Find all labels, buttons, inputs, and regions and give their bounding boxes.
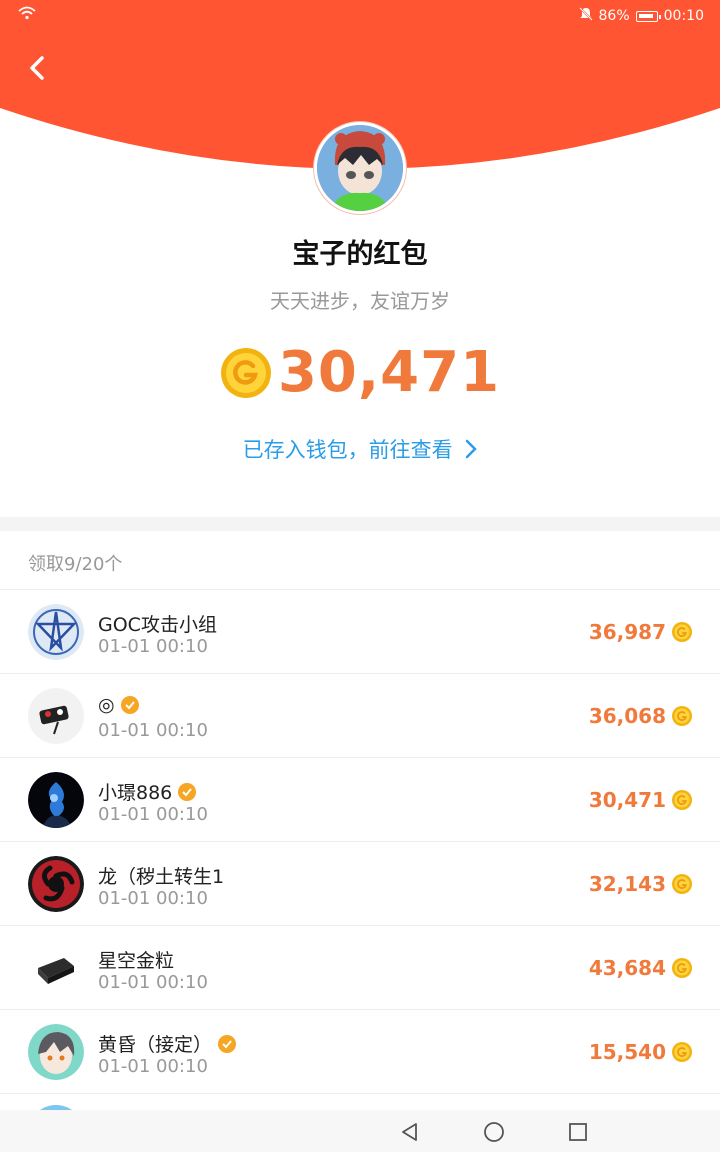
system-nav-bar: [0, 1110, 720, 1152]
list-item[interactable]: ◎ 01-01 00:10 36,068: [0, 674, 720, 758]
claimer-name: 黄昏（接定）: [98, 1030, 237, 1057]
claimer-name: 星空金粒: [98, 950, 175, 972]
avatar[interactable]: [28, 856, 84, 912]
claimer-name: GOC攻击小组: [98, 614, 217, 636]
avatar[interactable]: [28, 604, 84, 660]
claim-amount: 36,068: [588, 704, 666, 728]
amount-value: 30,471: [277, 340, 501, 405]
claimer-name: 龙（秽土转生1: [98, 866, 225, 888]
claim-time: 01-01 00:10: [98, 720, 208, 741]
list-item[interactable]: 龙（秽土转生1 01-01 00:10 32,143: [0, 842, 720, 926]
nav-recents-icon[interactable]: [566, 1120, 590, 1144]
battery-icon: [635, 10, 661, 22]
chevron-right-icon: [466, 439, 478, 459]
claim-time: 01-01 00:10: [98, 1056, 208, 1077]
nav-back-icon[interactable]: [398, 1120, 422, 1144]
claim-list: GOC攻击小组 01-01 00:10 36,987 ◎ 01-01 00:10…: [0, 590, 720, 1094]
avatar[interactable]: [28, 772, 84, 828]
claim-time: 01-01 00:10: [98, 636, 208, 657]
verified-badge-icon: [120, 696, 139, 714]
claim-amount: 36,987: [588, 620, 666, 644]
status-bar: 86% 00:10: [0, 0, 720, 32]
claimer-name: 小璟886: [98, 778, 197, 805]
back-icon: [30, 56, 44, 80]
packet-title: 宝子的红包: [292, 239, 428, 270]
coin-icon: [672, 874, 692, 894]
section-divider: [0, 517, 720, 531]
coin-icon: [672, 706, 692, 726]
battery-percent: 86%: [598, 8, 630, 24]
claim-amount: 43,684: [588, 956, 666, 980]
clock: 00:10: [663, 8, 704, 24]
claim-time: 01-01 00:10: [98, 804, 208, 825]
coin-icon: [672, 958, 692, 978]
coin-icon: [672, 1042, 692, 1062]
claim-count: 领取9/20个: [28, 554, 123, 575]
list-item[interactable]: GOC攻击小组 01-01 00:10 36,987: [0, 590, 720, 674]
claim-amount: 15,540: [588, 1040, 666, 1064]
claim-amount: 30,471: [588, 788, 666, 812]
avatar[interactable]: [28, 940, 84, 996]
coin-icon: [672, 622, 692, 642]
received-amount: 30,471: [0, 340, 720, 405]
verified-badge-icon: [178, 782, 197, 801]
verified-badge-icon: [218, 1034, 237, 1053]
wallet-link[interactable]: 已存入钱包，前往查看: [0, 434, 720, 464]
list-item[interactable]: 黄昏（接定） 01-01 00:10 15,540: [0, 1010, 720, 1094]
coin-icon: [672, 790, 692, 810]
wifi-icon: [18, 6, 36, 24]
nav-home-icon[interactable]: [482, 1120, 506, 1144]
avatar[interactable]: [28, 688, 84, 744]
mute-icon: [578, 7, 593, 25]
sender-avatar[interactable]: [314, 122, 406, 214]
avatar[interactable]: [28, 1024, 84, 1080]
list-item[interactable]: 星空金粒 01-01 00:10 43,684: [0, 926, 720, 1010]
claim-time: 01-01 00:10: [98, 972, 208, 993]
claimer-name: ◎: [98, 694, 139, 716]
claim-time: 01-01 00:10: [98, 888, 208, 909]
back-button[interactable]: [20, 50, 56, 86]
claim-amount: 32,143: [588, 872, 666, 896]
list-item[interactable]: 小璟886 01-01 00:10 30,471: [0, 758, 720, 842]
packet-greeting: 天天进步，友谊万岁: [270, 289, 450, 313]
coin-icon: [220, 347, 271, 398]
wallet-link-label: 已存入钱包，前往查看: [242, 438, 453, 462]
